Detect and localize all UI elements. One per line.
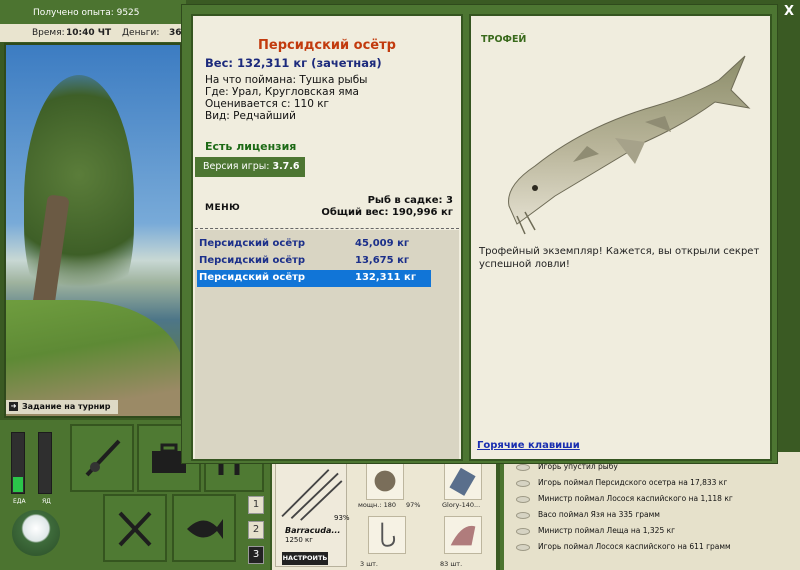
rod-icon bbox=[85, 439, 121, 477]
reel-icon bbox=[374, 470, 396, 492]
catch-name: Персидский осётр bbox=[199, 272, 306, 283]
bait-icon bbox=[450, 525, 476, 546]
fish-icon bbox=[187, 519, 223, 539]
hook-slot[interactable] bbox=[368, 516, 406, 554]
chat-line: Игорь поймал Персидского осетра на 17,83… bbox=[516, 478, 727, 487]
inventory-panel: 93% Barracuda... 1250 кг НАСТРОИТЬ мощн.… bbox=[272, 458, 496, 570]
bait-count: 83 шт. bbox=[440, 560, 463, 568]
close-icon[interactable]: X bbox=[781, 4, 797, 22]
hotkeys-link[interactable]: Горячие клавиши bbox=[477, 440, 580, 451]
rod-name: Barracuda... bbox=[285, 526, 341, 535]
bait-pot-icon[interactable] bbox=[12, 510, 60, 556]
trophy-label: ТРОФЕЙ bbox=[481, 34, 527, 45]
catch-name: Персидский осётр bbox=[199, 255, 306, 266]
fish-icon bbox=[516, 463, 530, 471]
fish-weight: Вес: 132,311 кг (зачетная) bbox=[205, 56, 382, 70]
fish-icon bbox=[516, 543, 530, 551]
reel-slot[interactable] bbox=[366, 462, 404, 500]
slot-button-3[interactable]: 3 bbox=[248, 546, 264, 564]
catch-weight: 13,675 кг bbox=[355, 255, 410, 266]
catch-row[interactable]: Персидский осётр 13,675 кг bbox=[197, 253, 431, 270]
setup-button[interactable]: НАСТРОИТЬ bbox=[282, 552, 328, 565]
total-weight: Общий вес: 190,996 кг bbox=[321, 207, 453, 218]
slot-button-2[interactable]: 2 bbox=[248, 521, 264, 539]
catch-location: Где: Урал, Кругловская яма bbox=[205, 86, 359, 98]
trophy-card: ТРОФЕЙ Трофейный экземпляр! Кажется, вы … bbox=[469, 14, 772, 461]
line-condition: 97% bbox=[406, 501, 421, 509]
version-value: 3.7.6 bbox=[272, 161, 300, 172]
catch-weight: 45,009 кг bbox=[355, 238, 410, 249]
food-meter bbox=[11, 432, 25, 494]
menu-button[interactable]: МЕНЮ bbox=[205, 203, 240, 213]
game-version: Версия игры: 3.7.6 bbox=[195, 157, 305, 177]
rod-condition: 93% bbox=[334, 514, 350, 522]
version-label: Версия игры: bbox=[203, 161, 270, 172]
fork-knife-icon bbox=[118, 511, 152, 547]
catch-name: Персидский осётр bbox=[199, 238, 306, 249]
arrow-right-icon: ➜ bbox=[9, 402, 18, 411]
sturgeon-image bbox=[508, 55, 751, 235]
catch-list: Персидский осётр 45,009 кг Персидский ос… bbox=[195, 230, 459, 459]
chat-line: Игорь поймал Лосося каспийского на 611 г… bbox=[516, 542, 731, 551]
fish-info-card: Персидский осётр Вес: 132,311 кг (зачетн… bbox=[191, 14, 463, 461]
divider bbox=[195, 228, 459, 229]
status-bar: Получено опыта: 9525 Время: 10:40 ЧТ Ден… bbox=[0, 0, 186, 42]
slot-button-1[interactable]: 1 bbox=[248, 496, 264, 514]
food-button[interactable] bbox=[103, 494, 167, 562]
fish-value: Оценивается с: 110 кг bbox=[205, 98, 330, 110]
rod-slot[interactable]: 93% Barracuda... 1250 кг НАСТРОИТЬ bbox=[275, 461, 350, 567]
poison-meter-label: ЯД bbox=[42, 498, 51, 505]
license-status: Есть лицензия bbox=[205, 140, 297, 153]
hook-count: 3 шт. bbox=[360, 560, 379, 568]
lure-name: Glory-140... bbox=[442, 501, 481, 509]
chat-log[interactable]: Игорь упустил рыбу Игорь поймал Персидск… bbox=[500, 452, 800, 570]
money-label: Деньги: bbox=[122, 28, 160, 38]
lure-icon bbox=[449, 467, 476, 496]
experience-text: Получено опыта: 9525 bbox=[33, 8, 140, 18]
time-money-row: Время: 10:40 ЧТ Деньги: 36 bbox=[0, 24, 186, 42]
time-value: 10:40 ЧТ bbox=[66, 28, 112, 38]
poison-meter bbox=[38, 432, 52, 494]
rod-weight: 1250 кг bbox=[285, 536, 313, 544]
money-value: 36 bbox=[169, 28, 182, 38]
reel-power: мощн.: 180 bbox=[358, 501, 396, 509]
fish-icon bbox=[516, 479, 530, 487]
cage-count: Рыб в садке: 3 bbox=[367, 195, 453, 206]
trophy-text: Трофейный экземпляр! Кажется, вы открыли… bbox=[479, 246, 760, 270]
caught-on: На что поймана: Тушка рыбы bbox=[205, 74, 368, 86]
hook-icon bbox=[381, 522, 396, 547]
fish-icon bbox=[516, 511, 530, 519]
food-meter-label: ЕДА bbox=[13, 498, 26, 505]
fishing-scene[interactable] bbox=[4, 43, 182, 418]
fish-name: Персидский осётр bbox=[258, 38, 396, 53]
fish-icon bbox=[516, 495, 530, 503]
tournament-task-button[interactable]: ➜ Задание на турнир bbox=[6, 400, 118, 414]
catch-row[interactable]: Персидский осётр 45,009 кг bbox=[197, 236, 431, 253]
lure-slot[interactable] bbox=[444, 462, 482, 500]
bait-slot[interactable] bbox=[444, 516, 482, 554]
time-label: Время: bbox=[32, 28, 65, 38]
fish-icon bbox=[516, 527, 530, 535]
food-meter-fill bbox=[13, 477, 23, 492]
chat-line: Министр поймал Лосося каспийского на 1,1… bbox=[516, 494, 733, 503]
catch-weight: 132,311 кг bbox=[355, 272, 417, 283]
chat-line: Васо поймал Язя на 335 грамм bbox=[516, 510, 660, 519]
fish-button[interactable] bbox=[172, 494, 236, 562]
catch-row-selected[interactable]: Персидский осётр 132,311 кг bbox=[197, 270, 431, 287]
tournament-task-label: Задание на турнир bbox=[22, 402, 111, 411]
fish-rarity: Вид: Редчайший bbox=[205, 110, 296, 122]
rod-tool-button[interactable] bbox=[70, 424, 134, 492]
chat-line: Министр поймал Леща на 1,325 кг bbox=[516, 526, 675, 535]
